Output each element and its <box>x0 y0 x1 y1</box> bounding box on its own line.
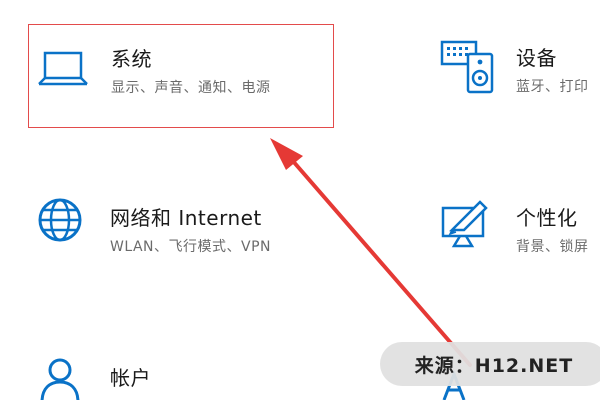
annotation-arrow <box>270 138 472 367</box>
settings-home: 系统 显示、声音、通知、电源 设备 蓝牙、打印 网络和 Internet WLA… <box>0 0 600 400</box>
watermark-text: 来源：H12.NET <box>414 354 574 377</box>
watermark-badge: 来源：H12.NET <box>380 342 600 386</box>
